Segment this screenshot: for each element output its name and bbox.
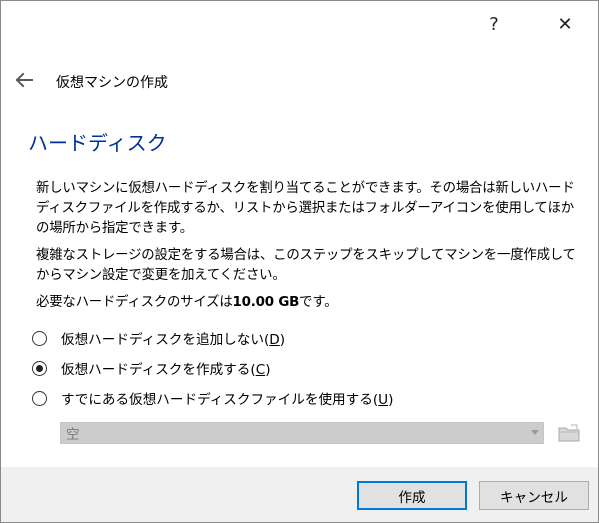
option-existing-disk[interactable]: すでにある仮想ハードディスクファイルを使用する(U)	[32, 386, 393, 410]
page-heading: ハードディスク	[28, 131, 167, 155]
folder-icon	[558, 424, 580, 442]
required-size-text: 必要なハードディスクのサイズは10.00 GBです。	[36, 293, 581, 313]
button-bar: 作成 キャンセル	[1, 467, 598, 522]
size-suffix: です。	[299, 295, 338, 310]
option-label-text: 仮想ハードディスクを追加しない	[61, 332, 264, 348]
help-button[interactable]: ?	[471, 9, 517, 39]
wizard-header: 仮想マシンの作成	[1, 63, 598, 99]
radio-create-disk[interactable]	[32, 360, 47, 376]
existing-disk-value: 空	[66, 427, 80, 443]
option-label-text: 仮想ハードディスクを作成する	[61, 362, 251, 378]
radio-no-disk[interactable]	[32, 330, 47, 346]
size-value: 10.00 GB	[232, 295, 300, 310]
close-button[interactable]: ✕	[542, 9, 588, 39]
existing-disk-select[interactable]: 空	[60, 422, 544, 444]
mnemonic-key: D	[269, 332, 280, 348]
mnemonic-key: C	[255, 362, 266, 378]
dialog-window: ? ✕ 仮想マシンの作成 ハードディスク 新しいマシンに仮想ハードディスクを割り…	[0, 0, 599, 523]
option-create-disk-label: 仮想ハードディスクを作成する(C)	[61, 362, 271, 378]
wizard-title: 仮想マシンの作成	[56, 75, 168, 91]
close-icon: ✕	[557, 13, 573, 35]
option-create-disk[interactable]: 仮想ハードディスクを作成する(C)	[32, 356, 271, 380]
choose-disk-file-button[interactable]	[557, 422, 581, 444]
mnemonic-key: U	[378, 392, 389, 408]
chevron-down-icon	[531, 430, 539, 435]
cancel-button[interactable]: キャンセル	[479, 481, 589, 510]
title-bar: ? ✕	[1, 1, 598, 47]
option-no-disk[interactable]: 仮想ハードディスクを追加しない(D)	[32, 326, 285, 350]
help-icon: ?	[489, 13, 499, 35]
back-button[interactable]	[11, 67, 37, 93]
radio-existing-disk[interactable]	[32, 390, 47, 406]
description-paragraph-2: 複雑なストレージの設定をする場合は、このステップをスキップしてマシンを一度作成し…	[36, 248, 576, 283]
create-button[interactable]: 作成	[357, 481, 467, 510]
option-existing-disk-label: すでにある仮想ハードディスクファイルを使用する(U)	[61, 392, 394, 408]
size-prefix: 必要なハードディスクのサイズは	[36, 295, 233, 310]
arrow-left-icon	[15, 72, 33, 88]
description-paragraph-1: 新しいマシンに仮想ハードディスクを割り当てることができます。その場合は新しいハー…	[36, 181, 575, 236]
option-label-text: すでにある仮想ハードディスクファイルを使用する	[61, 392, 373, 408]
option-no-disk-label: 仮想ハードディスクを追加しない(D)	[61, 332, 286, 348]
